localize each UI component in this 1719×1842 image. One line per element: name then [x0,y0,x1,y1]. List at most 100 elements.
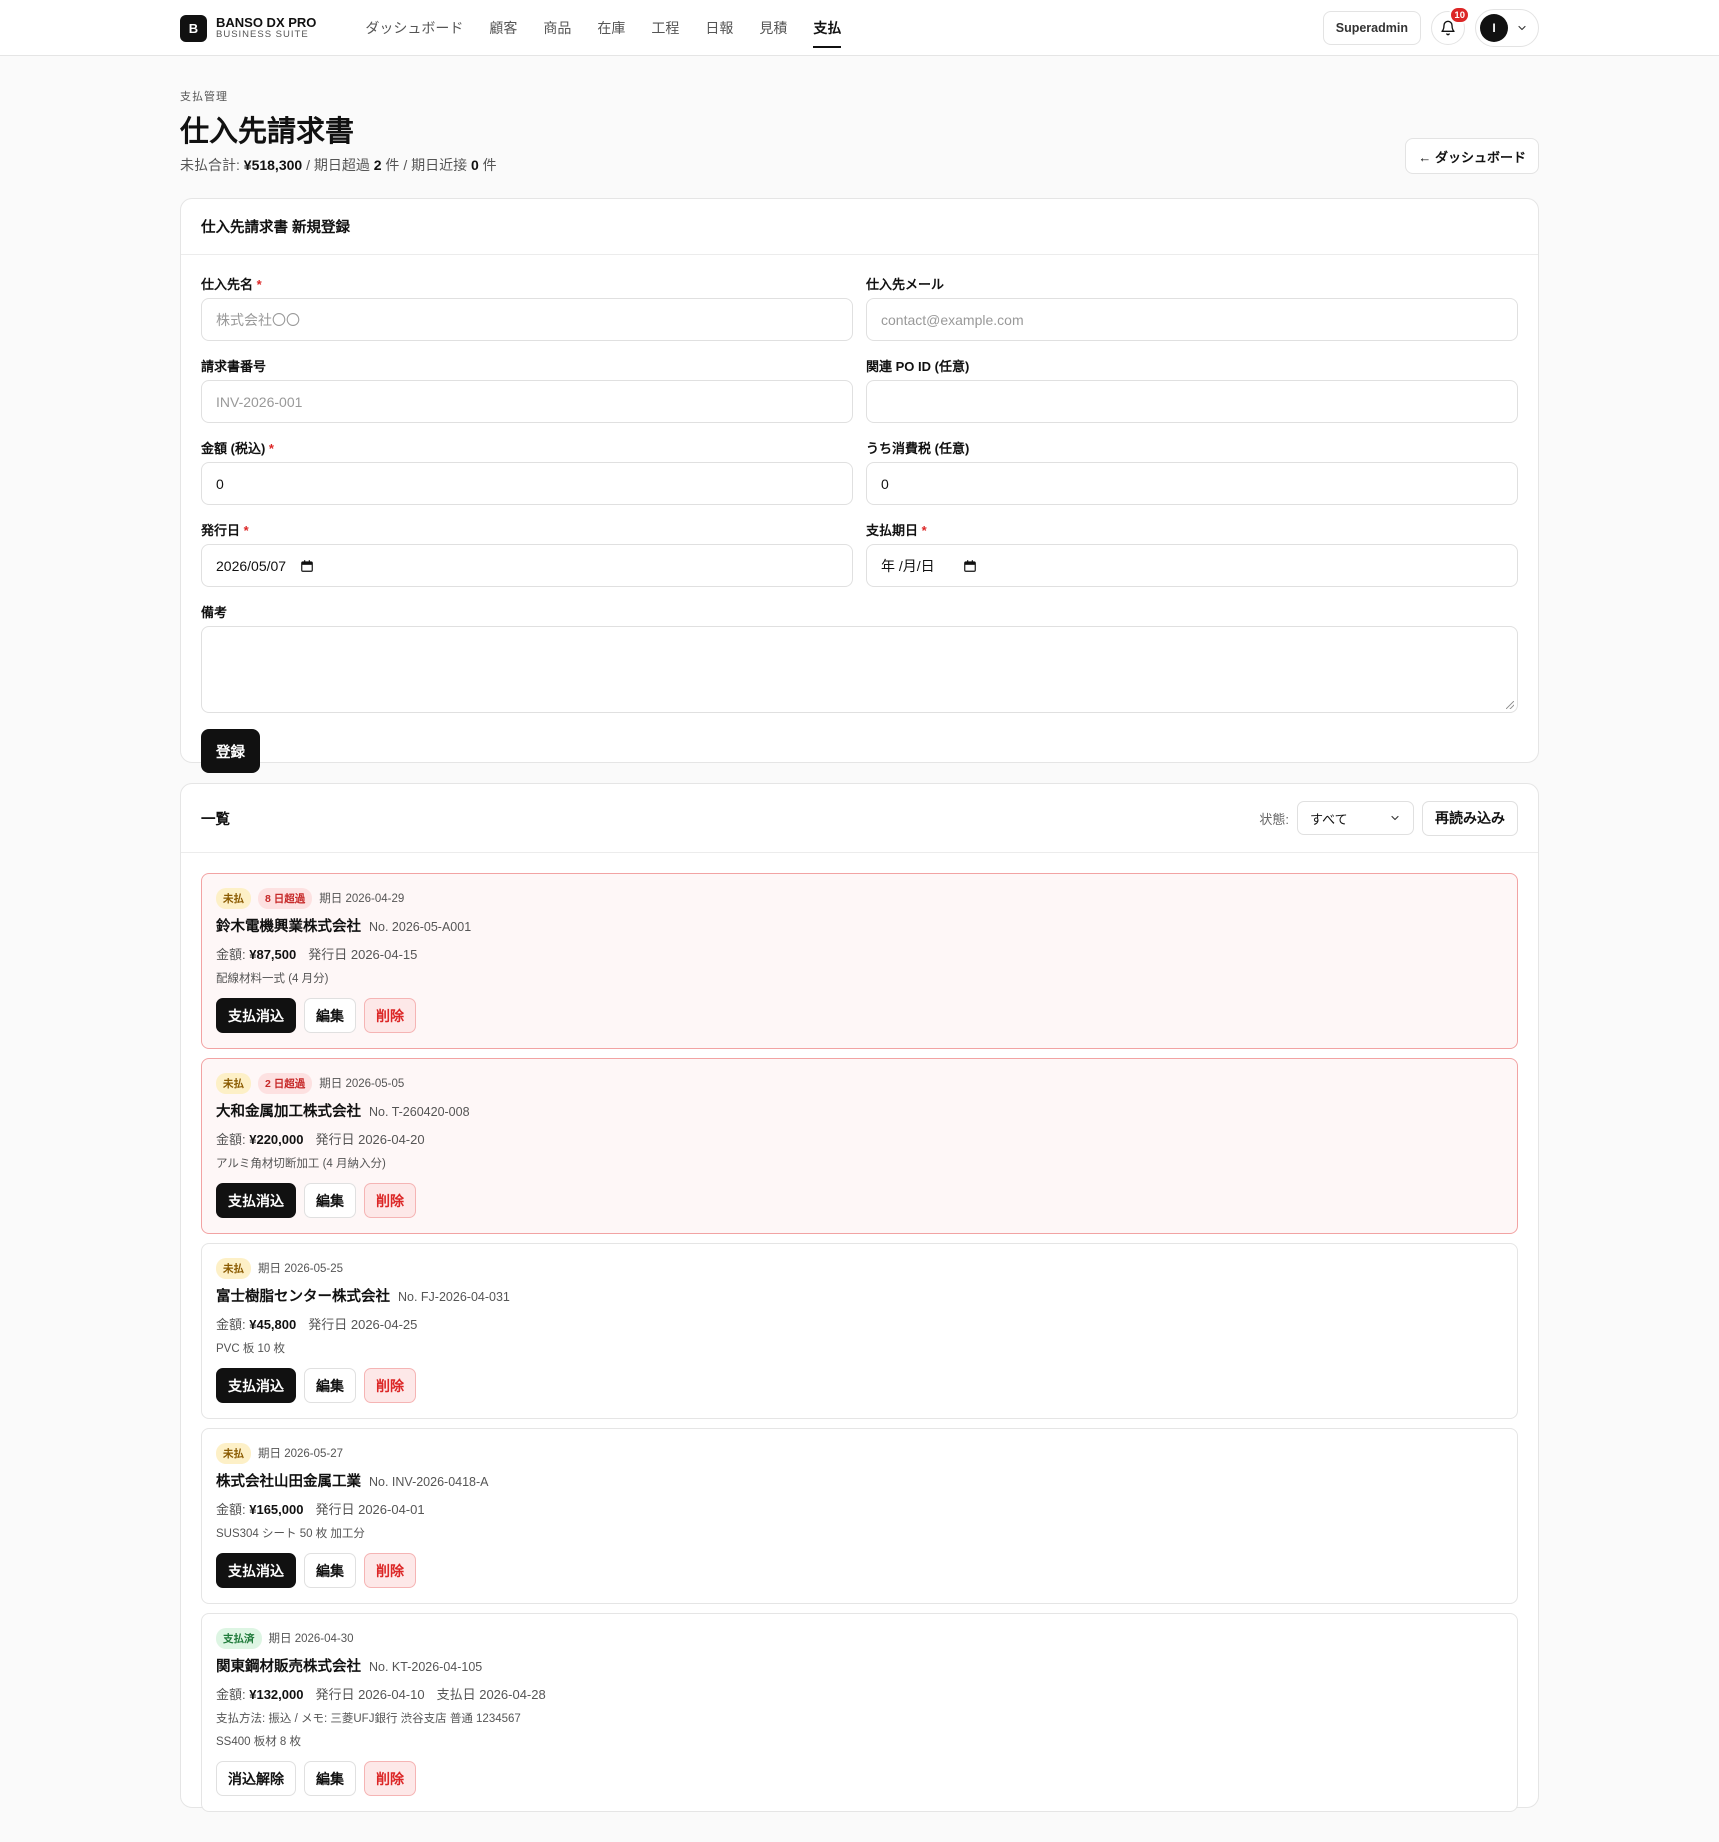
summary-near-unit: 件 [478,157,497,173]
chevron-down-icon [1518,25,1526,31]
issue-date-value: 2026/05/07 [216,557,287,574]
summary-overdue-unit: 件 / 期日近接 [381,157,471,173]
edit-button[interactable]: 編集 [304,1368,356,1403]
due-date: 期日 2026-04-29 [319,893,405,905]
amount: 金額: ¥165,000 [216,1502,304,1517]
invoice-note: SS400 板材 8 枚 [216,1736,302,1748]
summary-near-count: 0 [471,157,479,173]
tax-input[interactable]: 0 [866,462,1518,505]
mark-paid-button[interactable]: 支払消込 [216,1553,296,1588]
role-button[interactable]: Superadmin [1322,11,1421,45]
nav-customers[interactable]: 顧客 [476,0,530,56]
summary-overdue-label: / 期日超過 [302,157,374,173]
resize-handle-icon[interactable] [1506,701,1514,709]
status-filter-select[interactable]: すべて [1297,801,1414,835]
tax-label: うち消費税 (任意) [866,441,970,456]
page-kicker: 支払管理 [180,91,228,103]
nav-inventory[interactable]: 在庫 [584,0,638,56]
brand-logo[interactable]: B BANSO DX PRO BUSINESS SUITE [180,14,317,42]
form-title: 仕入先請求書 新規登録 [181,199,1538,255]
supplier-name: 富士樹脂センター株式会社 [216,1289,390,1305]
invoice-note: PVC 板 10 枚 [216,1343,286,1355]
po-id-label: 関連 PO ID (任意) [866,359,970,374]
issue-date-label: 発行日 * [201,523,249,538]
issue-date-input[interactable]: 2026/05/07 [201,544,853,587]
status-badge: 未払 [216,1072,251,1094]
nav-quotes[interactable]: 見積 [746,0,800,56]
due-date-label: 支払期日 * [866,523,927,538]
status-filter-label: 状態: [1259,811,1289,827]
nav-payments[interactable]: 支払 [800,0,854,56]
edit-button[interactable]: 編集 [304,1553,356,1588]
issue-date: 発行日 2026-04-10 [315,1687,425,1702]
mark-paid-button[interactable]: 支払消込 [216,1183,296,1218]
note-textarea[interactable] [201,626,1518,713]
list-item: 未払 期日 2026-05-27 株式会社山田金属工業 No. INV-2026… [201,1428,1518,1604]
list-item: 未払 2 日超過 期日 2026-05-05 大和金属加工株式会社 No. T-… [201,1058,1518,1234]
invoice-note: SUS304 シート 50 枚 加工分 [216,1528,365,1540]
payment-note: 支払方法: 振込 / メモ: 三菱UFJ銀行 渋谷支店 普通 1234567 [216,1713,521,1725]
status-badge: 未払 [216,1442,251,1464]
due-date: 期日 2026-04-30 [268,1633,354,1645]
page-title: 仕入先請求書 [180,116,355,148]
brand-name: BANSO DX PRO [216,14,317,30]
issue-date: 発行日 2026-04-01 [315,1502,425,1517]
invoice-number: No. T-260420-008 [369,1105,470,1119]
mark-paid-button[interactable]: 支払消込 [216,1368,296,1403]
delete-button[interactable]: 削除 [364,1761,416,1796]
due-date: 期日 2026-05-05 [319,1078,405,1090]
delete-button[interactable]: 削除 [364,1368,416,1403]
delete-button[interactable]: 削除 [364,998,416,1033]
invoice-number: No. 2026-05-A001 [369,920,472,934]
reload-button[interactable]: 再読み込み [1422,800,1518,836]
edit-button[interactable]: 編集 [304,998,356,1033]
po-id-input[interactable] [866,380,1518,423]
delete-button[interactable]: 削除 [364,1553,416,1588]
status-badge: 未払 [216,1257,251,1279]
chevron-down-icon [1391,815,1399,821]
user-menu-button[interactable]: I [1475,9,1539,47]
avatar: I [1480,14,1508,42]
nav-daily-report[interactable]: 日報 [692,0,746,56]
summary-overdue-count: 2 [373,157,382,173]
invoice-note: 配線材料一式 (4 月分) [216,973,329,985]
supplier-name: 鈴木電機興業株式会社 [216,919,361,935]
invoice-number: No. FJ-2026-04-031 [398,1290,510,1304]
issue-date: 発行日 2026-04-25 [308,1317,418,1332]
mark-paid-button[interactable]: 支払消込 [216,998,296,1033]
nav-process[interactable]: 工程 [638,0,692,56]
calendar-icon[interactable] [300,559,314,573]
new-invoice-form-card: 仕入先請求書 新規登録 仕入先名 * 株式会社〇〇 仕入先メール contact… [180,198,1539,773]
status-badge: 支払済 [216,1627,262,1649]
calendar-icon[interactable] [963,559,977,573]
status-filter-value: すべて [1310,811,1348,827]
supplier-email-label: 仕入先メール [866,277,945,292]
back-to-dashboard-button[interactable]: ← ダッシュボード [1405,138,1539,174]
amount-input[interactable]: 0 [201,462,853,505]
invoice-note: アルミ角材切断加工 (4 月納入分) [216,1158,386,1170]
overdue-badge: 2 日超過 [258,1072,313,1094]
main-nav: ダッシュボード 顧客 商品 在庫 工程 日報 見積 支払 [352,0,854,56]
register-button[interactable]: 登録 [201,729,260,773]
nav-dashboard[interactable]: ダッシュボード [352,0,476,56]
unmark-paid-button[interactable]: 消込解除 [216,1761,296,1796]
paid-date: 支払日 2026-04-28 [436,1687,546,1702]
invoice-number: No. INV-2026-0418-A [369,1475,489,1489]
edit-button[interactable]: 編集 [304,1183,356,1218]
due-date: 期日 2026-05-27 [258,1448,344,1460]
edit-button[interactable]: 編集 [304,1761,356,1796]
supplier-name: 大和金属加工株式会社 [216,1104,361,1120]
supplier-name-input[interactable]: 株式会社〇〇 [201,298,853,341]
notification-badge: 10 [1449,6,1470,24]
due-date-value: 年 /月/日 [881,557,935,574]
notifications-button[interactable]: 10 [1431,6,1470,45]
invoice-number: No. KT-2026-04-105 [369,1660,483,1674]
supplier-name: 関東鋼材販売株式会社 [216,1659,361,1675]
due-date-input[interactable]: 年 /月/日 [866,544,1518,587]
nav-products[interactable]: 商品 [530,0,584,56]
invoice-number-input[interactable]: INV-2026-001 [201,380,853,423]
amount: 金額: ¥87,500 [216,947,297,962]
brand-subtitle: BUSINESS SUITE [216,28,309,40]
delete-button[interactable]: 削除 [364,1183,416,1218]
supplier-email-input[interactable]: contact@example.com [866,298,1518,341]
